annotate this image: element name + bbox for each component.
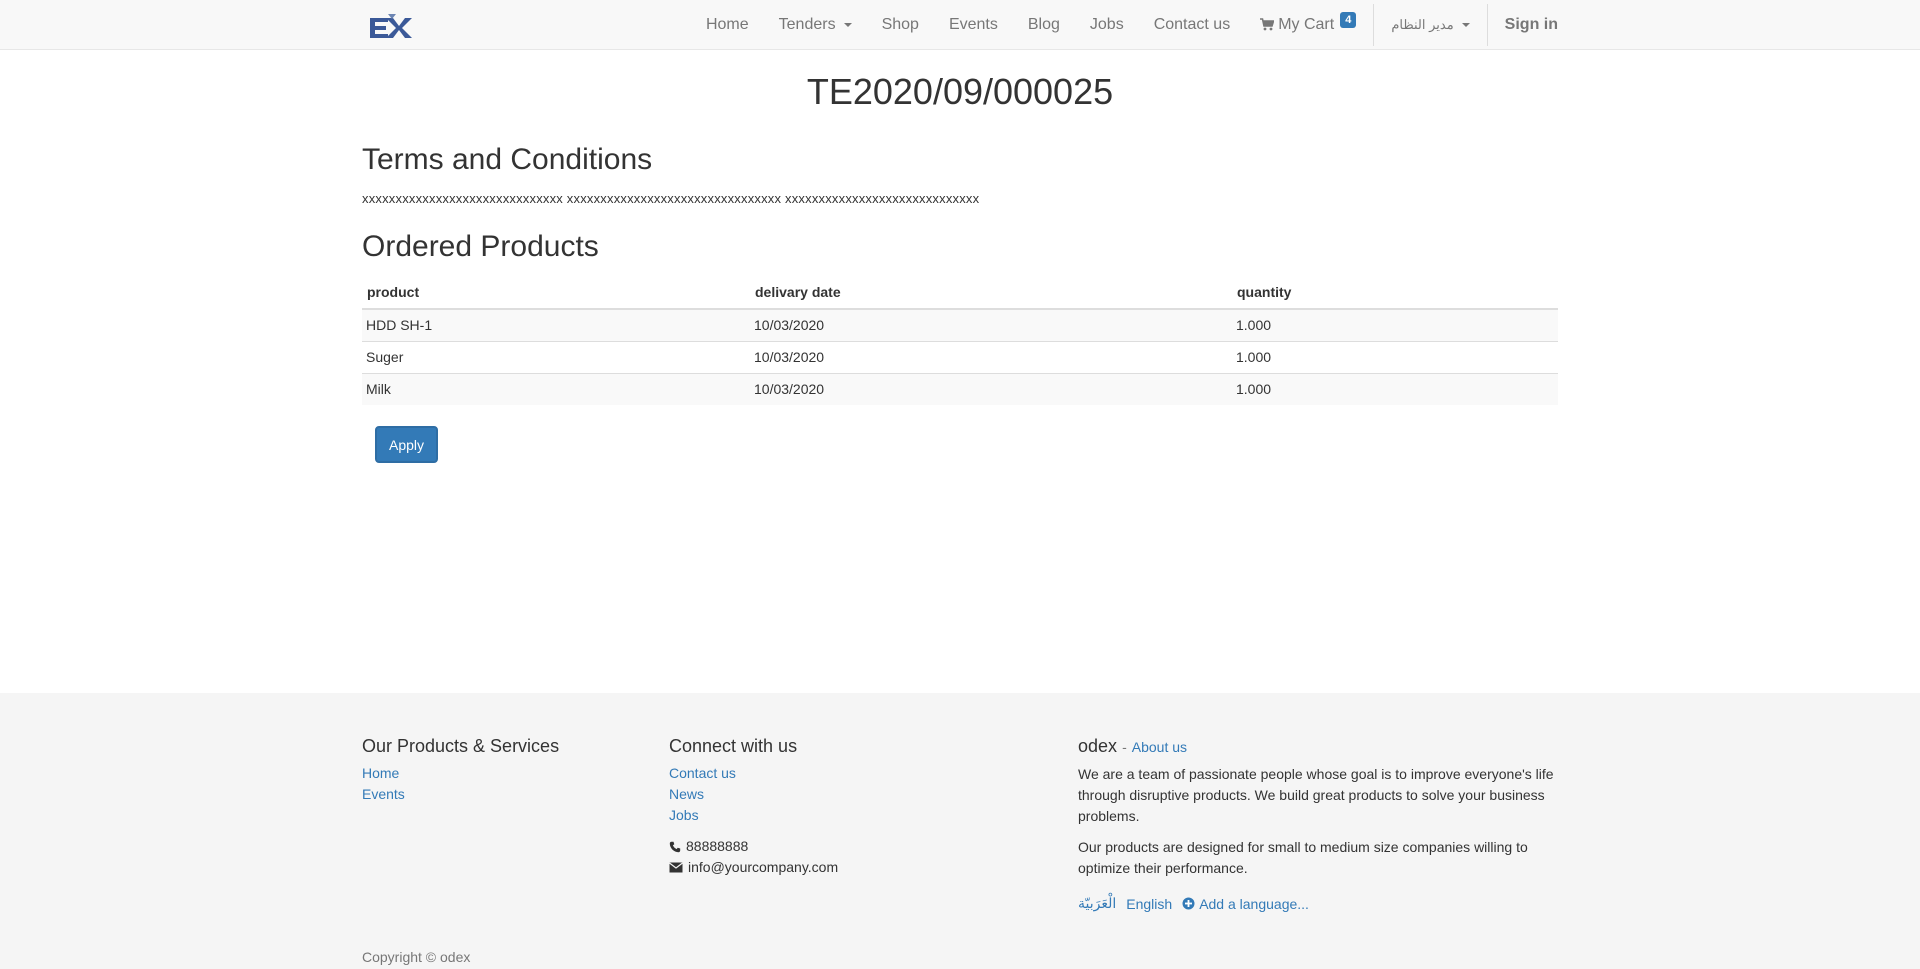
about-separator: - <box>1122 739 1127 755</box>
nav-user-dropdown[interactable]: مدير النظام <box>1376 0 1484 49</box>
column-header-delivery-date: delivary date <box>750 276 1232 310</box>
phone-number: 88888888 <box>686 838 749 854</box>
nav-my-cart[interactable]: My Cart 4 <box>1245 0 1371 49</box>
add-language-link[interactable]: Add a language... <box>1182 896 1309 912</box>
brand-logo-icon <box>370 14 412 38</box>
footer-about-title: odex - About us <box>1078 733 1558 760</box>
add-language-label: Add a language... <box>1199 895 1309 912</box>
footer-link-contact[interactable]: Contact us <box>669 763 999 784</box>
ordered-products-table: product delivary date quantity HDD SH-1 … <box>362 276 1558 405</box>
phone-icon <box>669 841 681 852</box>
footer-link-news[interactable]: News <box>669 784 999 805</box>
delivery-date-cell: 10/03/2020 <box>750 372 1232 405</box>
about-paragraph: We are a team of passionate people whose… <box>1078 766 1554 824</box>
nav-divider <box>1373 3 1375 46</box>
sign-in-link[interactable]: Sign in <box>1490 0 1558 49</box>
terms-heading: Terms and Conditions <box>362 143 653 176</box>
nav-blog[interactable]: Blog <box>1013 0 1075 49</box>
envelope-icon <box>669 862 683 873</box>
chevron-down-icon <box>1461 22 1470 27</box>
copyright-text: Copyright © odex <box>362 949 471 965</box>
delivery-date-cell: 10/03/2020 <box>750 308 1232 341</box>
plus-circle-icon <box>1182 897 1195 910</box>
nav-divider <box>1486 3 1488 46</box>
quantity-cell: 1.000 <box>1232 372 1558 405</box>
nav-home[interactable]: Home <box>691 0 764 49</box>
footer-link-events[interactable]: Events <box>362 784 642 805</box>
footer-products-title: Our Products & Services <box>362 736 560 756</box>
table-header-row: product delivary date quantity <box>362 276 1558 310</box>
about-us-link[interactable]: About us <box>1132 739 1187 755</box>
cart-count-badge: 4 <box>1340 11 1357 28</box>
page-title: TE2020/09/000025 <box>806 71 1114 112</box>
column-header-product: product <box>362 276 750 310</box>
about-paragraph: Our products are designed for small to m… <box>1078 839 1528 876</box>
footer-connect-title: Connect with us <box>669 736 798 756</box>
quantity-cell: 1.000 <box>1232 308 1558 341</box>
language-english-link[interactable]: English <box>1126 896 1172 912</box>
nav-tenders-dropdown[interactable]: Tenders <box>764 0 867 49</box>
email-address: info@yourcompany.com <box>688 859 839 875</box>
cart-label: My Cart <box>1278 15 1335 33</box>
terms-text: xxxxxxxxxxxxxxxxxxxxxxxxxxxxxx xxxxxxxxx… <box>362 191 980 206</box>
contact-info: 88888888 info@yourcompany.com <box>669 836 999 878</box>
delivery-date-cell: 10/03/2020 <box>750 340 1232 373</box>
language-arabic-link[interactable]: الْعَرَبيّة <box>1078 895 1116 912</box>
language-selector: الْعَرَبيّة English Add a language... <box>1078 895 1558 912</box>
top-navbar: Home Tenders Shop Events Blog Jobs Conta… <box>0 0 1920 50</box>
quantity-cell: 1.000 <box>1232 340 1558 373</box>
cart-icon <box>1260 18 1275 31</box>
footer-link-home[interactable]: Home <box>362 763 642 784</box>
table-row: Suger 10/03/2020 1.000 <box>362 340 1558 373</box>
nav-shop[interactable]: Shop <box>867 0 934 49</box>
brand-logo[interactable] <box>366 10 414 42</box>
footer-products-links: Home Events <box>362 763 642 805</box>
nav-contact[interactable]: Contact us <box>1139 0 1245 49</box>
nav-tenders-label: Tenders <box>778 15 836 33</box>
product-cell: Milk <box>362 372 750 405</box>
ordered-products-heading: Ordered Products <box>362 230 599 263</box>
product-cell: Suger <box>362 340 750 373</box>
chevron-down-icon <box>843 22 852 27</box>
phone-line: 88888888 <box>669 836 999 857</box>
table-row: Milk 10/03/2020 1.000 <box>362 372 1558 405</box>
footer-connect-column: Connect with us Contact us News Jobs 888… <box>669 733 999 878</box>
navbar-menu: Home Tenders Shop Events Blog Jobs Conta… <box>691 0 1558 49</box>
navbar-container: Home Tenders Shop Events Blog Jobs Conta… <box>362 0 1558 50</box>
column-header-quantity: quantity <box>1232 276 1558 310</box>
footer: Our Products & Services Home Events Conn… <box>0 693 1920 969</box>
footer-connect-links: Contact us News Jobs <box>669 763 999 826</box>
company-name: odex <box>1078 736 1118 756</box>
footer-container: Our Products & Services Home Events Conn… <box>362 693 1558 969</box>
footer-products-column: Our Products & Services Home Events <box>362 733 642 805</box>
product-cell: HDD SH-1 <box>362 308 750 341</box>
user-name-label: مدير النظام <box>1391 16 1454 32</box>
table-row: HDD SH-1 10/03/2020 1.000 <box>362 308 1558 341</box>
apply-button[interactable]: Apply <box>375 426 438 463</box>
nav-events[interactable]: Events <box>934 0 1013 49</box>
nav-jobs[interactable]: Jobs <box>1075 0 1139 49</box>
email-line: info@yourcompany.com <box>669 857 999 878</box>
footer-about-column: odex - About us We are a team of passion… <box>1078 733 1558 912</box>
footer-link-jobs[interactable]: Jobs <box>669 805 999 826</box>
